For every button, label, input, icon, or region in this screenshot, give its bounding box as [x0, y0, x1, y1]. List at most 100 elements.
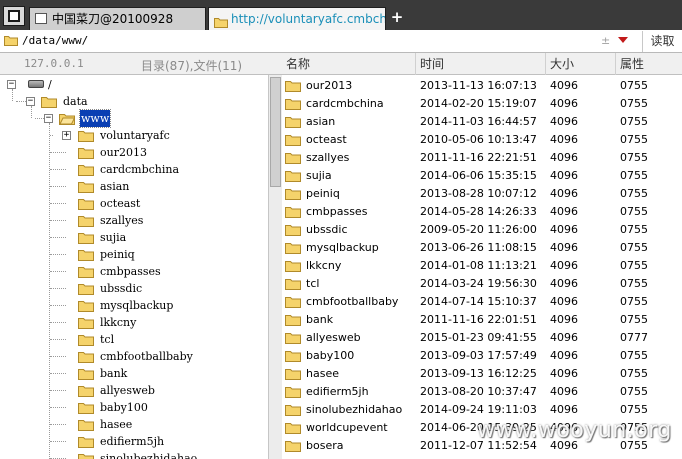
cell-name: tcl: [306, 277, 320, 290]
tree-node-tcl[interactable]: tcl: [50, 331, 261, 348]
tree-node-cardcmbchina[interactable]: cardcmbchina: [50, 161, 261, 178]
tab-label: http://voluntaryafc.cmbchina....: [231, 12, 385, 26]
table-row[interactable]: sinolubezhidahao 2014-09-24 19:11:03 4096 0…: [282, 401, 682, 419]
cell-perm: 0755: [620, 277, 648, 290]
tree-node-root[interactable]: − /: [6, 76, 126, 93]
column-time[interactable]: 时间: [416, 53, 546, 75]
tree-node-label: sujia: [100, 231, 127, 244]
cell-perm: 0755: [620, 295, 648, 308]
table-row[interactable]: octeast 2010-05-06 10:13:47 4096 0755: [282, 131, 682, 149]
tree-node-szallyes[interactable]: szallyes: [50, 212, 261, 229]
tab-caidao[interactable]: 中国菜刀@20100928: [29, 7, 206, 30]
cell-time: 2014-09-24 19:11:03: [420, 403, 537, 416]
tree-node-label: allyesweb: [100, 384, 155, 397]
tree-node-label: ubssdic: [100, 282, 143, 295]
column-size[interactable]: 大小: [546, 53, 616, 75]
tab-site[interactable]: http://voluntaryafc.cmbchina....: [208, 7, 386, 30]
cell-time: 2013-06-26 11:08:15: [420, 241, 537, 254]
folder-icon: [285, 440, 301, 458]
tree-node-voluntaryafc[interactable]: + voluntaryafc: [50, 127, 261, 144]
new-tab-button[interactable]: +: [389, 8, 405, 26]
table-row[interactable]: tcl 2014-03-24 19:56:30 4096 0755: [282, 275, 682, 293]
file-list: our2013 2013-11-13 16:07:13 4096 0755 cardcm…: [282, 75, 682, 459]
watermark: www.wooyun.org: [477, 418, 672, 443]
tree-node-label: hasee: [100, 418, 133, 431]
cell-name: lkkcny: [306, 259, 342, 272]
cell-size: 4096: [550, 277, 578, 290]
tree-node-label: /: [48, 78, 52, 91]
table-row[interactable]: edifierm5jh 2013-08-20 10:37:47 4096 0755: [282, 383, 682, 401]
cell-time: 2014-01-08 11:13:21: [420, 259, 537, 272]
cell-time: 2011-11-16 22:01:51: [420, 313, 537, 326]
table-row[interactable]: bank 2011-11-16 22:01:51 4096 0755: [282, 311, 682, 329]
tree-node-octeast[interactable]: octeast: [50, 195, 261, 212]
tree-node-label: cmbpasses: [100, 265, 161, 278]
table-row[interactable]: mysqlbackup 2013-06-26 11:08:15 4096 0755: [282, 239, 682, 257]
column-name[interactable]: 名称: [282, 53, 416, 75]
collapse-icon[interactable]: −: [26, 97, 35, 106]
table-row[interactable]: cmbfootballbaby 2014-07-14 15:10:37 4096 07…: [282, 293, 682, 311]
chevron-down-icon[interactable]: [618, 37, 628, 43]
cell-perm: 0755: [620, 385, 648, 398]
tree-node-www[interactable]: − www: [43, 109, 163, 128]
tree-node-label: www: [78, 109, 112, 128]
table-row[interactable]: baby100 2013-09-03 17:57:49 4096 0755: [282, 347, 682, 365]
cell-perm: 0755: [620, 241, 648, 254]
directory-tree: − / − data − www + voluntaryafc our2013 car…: [0, 75, 268, 459]
cell-time: 2013-08-20 10:37:47: [420, 385, 537, 398]
page-icon: [35, 13, 47, 24]
tree-node-label: asian: [100, 180, 130, 193]
table-row[interactable]: cmbpasses 2014-05-28 14:26:33 4096 0755: [282, 203, 682, 221]
cell-name: mysqlbackup: [306, 241, 379, 254]
cell-time: 2014-05-28 14:26:33: [420, 205, 537, 218]
path-input[interactable]: /data/www/: [22, 34, 88, 47]
cell-size: 4096: [550, 367, 578, 380]
collapse-icon[interactable]: −: [7, 80, 16, 89]
tree-node-mysqlbackup[interactable]: mysqlbackup: [50, 297, 261, 314]
tree-node-label: baby100: [100, 401, 148, 414]
tree-node-label: bank: [100, 367, 128, 380]
tree-node-bank[interactable]: bank: [50, 365, 261, 382]
read-button[interactable]: 读取: [642, 31, 682, 52]
table-row[interactable]: ubssdic 2009-05-20 11:26:00 4096 0755: [282, 221, 682, 239]
expand-icon[interactable]: +: [62, 131, 71, 140]
table-row[interactable]: peiniq 2013-08-28 10:07:12 4096 0755: [282, 185, 682, 203]
tree-node-asian[interactable]: asian: [50, 178, 261, 195]
tree-node-cmbpasses[interactable]: cmbpasses: [50, 263, 261, 280]
cell-name: edifierm5jh: [306, 385, 369, 398]
tree-node-edifierm5jh[interactable]: edifierm5jh: [50, 433, 261, 450]
cell-size: 4096: [550, 187, 578, 200]
tree-node-label: mysqlbackup: [100, 299, 174, 312]
cell-time: 2013-09-13 16:12:25: [420, 367, 537, 380]
tree-node-data[interactable]: − data: [25, 93, 145, 110]
table-row[interactable]: asian 2014-11-03 16:44:57 4096 0755: [282, 113, 682, 131]
column-perm[interactable]: 属性: [616, 53, 682, 75]
table-row[interactable]: szallyes 2011-11-16 22:21:51 4096 0755: [282, 149, 682, 167]
table-row[interactable]: our2013 2013-11-13 16:07:13 4096 0755: [282, 77, 682, 95]
collapse-icon[interactable]: −: [44, 114, 53, 123]
tree-node-sinolubezhidahao[interactable]: sinolubezhidahao: [50, 450, 261, 459]
tree-node-lkkcny[interactable]: lkkcny: [50, 314, 261, 331]
cell-size: 4096: [550, 223, 578, 236]
tree-node-ubssdic[interactable]: ubssdic: [50, 280, 261, 297]
scrollbar-thumb[interactable]: [270, 77, 281, 187]
tree-node-peiniq[interactable]: peiniq: [50, 246, 261, 263]
tree-node-baby100[interactable]: baby100: [50, 399, 261, 416]
tree-node-allyesweb[interactable]: allyesweb: [50, 382, 261, 399]
table-row[interactable]: allyesweb 2015-01-23 09:41:55 4096 0777: [282, 329, 682, 347]
cell-time: 2013-09-03 17:57:49: [420, 349, 537, 362]
table-row[interactable]: cardcmbchina 2014-02-20 15:19:07 4096 0755: [282, 95, 682, 113]
tree-node-sujia[interactable]: sujia: [50, 229, 261, 246]
tree-node-cmbfootballbaby[interactable]: cmbfootballbaby: [50, 348, 261, 365]
cell-perm: 0755: [620, 205, 648, 218]
cell-perm: 0755: [620, 97, 648, 110]
table-row[interactable]: hasee 2013-09-13 16:12:25 4096 0755: [282, 365, 682, 383]
cell-name: cmbpasses: [306, 205, 368, 218]
tree-node-our2013[interactable]: our2013: [50, 144, 261, 161]
tree-scrollbar[interactable]: [268, 75, 282, 459]
bookmark-toggle[interactable]: ±: [601, 34, 610, 47]
table-row[interactable]: sujia 2014-06-06 15:35:15 4096 0755: [282, 167, 682, 185]
table-row[interactable]: lkkcny 2014-01-08 11:13:21 4096 0755: [282, 257, 682, 275]
tree-node-hasee[interactable]: hasee: [50, 416, 261, 433]
app-window-icon[interactable]: [3, 6, 25, 26]
